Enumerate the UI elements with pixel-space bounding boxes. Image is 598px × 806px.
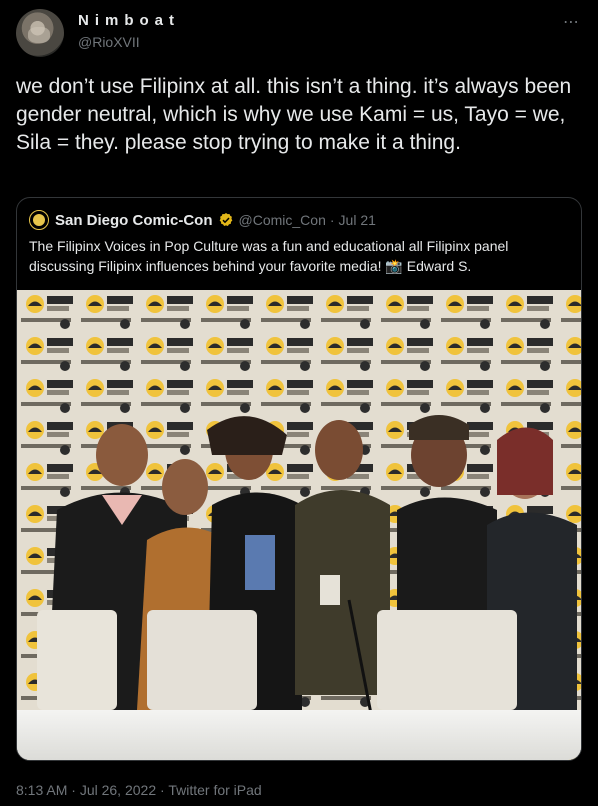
quoted-tweet-header: San Diego Comic-Con @Comic_Con · Jul 21 bbox=[29, 210, 376, 230]
tweet-metadata: 8:13 AM · Jul 26, 2022 · Twitter for iPa… bbox=[16, 782, 262, 798]
quoted-author-name[interactable]: San Diego Comic-Con bbox=[55, 212, 213, 229]
more-options-icon[interactable]: ⋯ bbox=[563, 12, 580, 32]
tweet-text: we don’t use Filipinx at all. this isn’t… bbox=[16, 75, 572, 154]
author-display-name[interactable]: Nimboat bbox=[78, 12, 180, 29]
tweet-time[interactable]: 8:13 AM bbox=[16, 782, 67, 798]
quoted-author-avatar[interactable] bbox=[29, 210, 49, 230]
quoted-tweet-card[interactable]: San Diego Comic-Con @Comic_Con · Jul 21 … bbox=[16, 197, 582, 761]
meta-separator: · bbox=[71, 782, 76, 798]
meta-separator: · bbox=[160, 782, 165, 798]
quoted-separator: · bbox=[329, 212, 335, 228]
quoted-author-handle[interactable]: @Comic_Con bbox=[239, 212, 326, 228]
verified-badge-icon bbox=[219, 213, 232, 226]
author-handle[interactable]: @RioXVII bbox=[78, 34, 140, 50]
tweet-date[interactable]: Jul 26, 2022 bbox=[80, 782, 156, 798]
quoted-tweet-text: The Filipinx Voices in Pop Culture was a… bbox=[29, 238, 509, 274]
author-avatar[interactable] bbox=[16, 9, 64, 57]
quoted-date[interactable]: Jul 21 bbox=[339, 212, 376, 228]
tweet-source[interactable]: Twitter for iPad bbox=[168, 782, 261, 798]
quoted-tweet-photo[interactable] bbox=[17, 290, 581, 760]
